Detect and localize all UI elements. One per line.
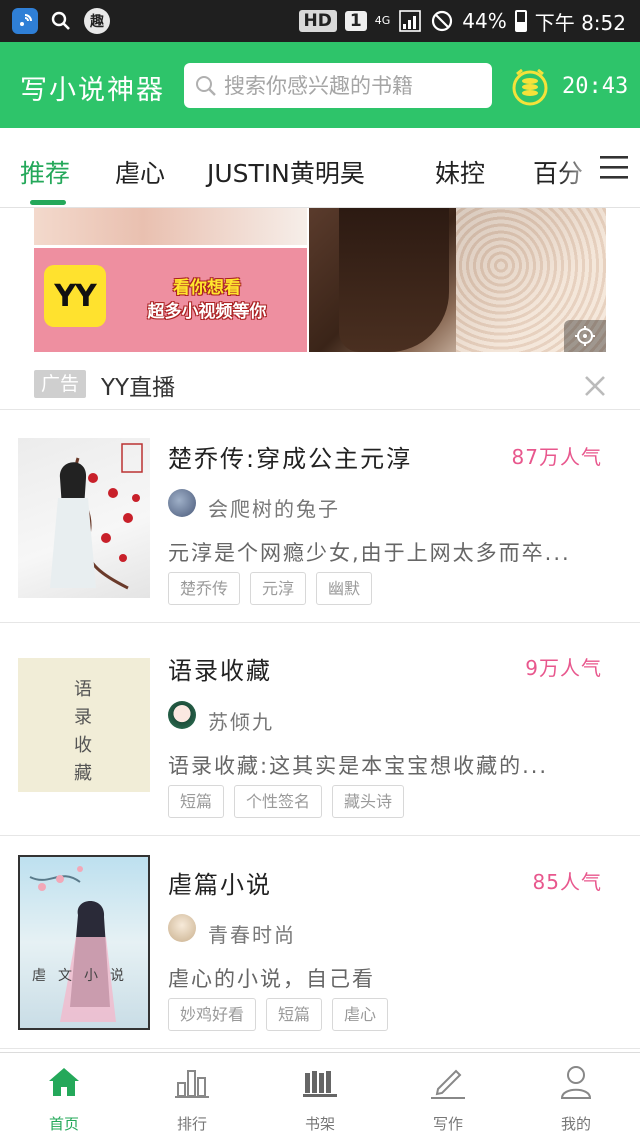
book-tag[interactable]: 短篇 [168,785,225,818]
do-not-disturb-icon [432,10,453,32]
book-popularity: 9万人气 [525,656,602,680]
book-description: 元淳是个网瘾少女,由于上网太多而卒... [168,541,571,565]
book-tag[interactable]: 楚乔传 [168,572,241,605]
cover-text: 虐文小说 [32,968,136,984]
coin-timer-icon[interactable] [508,64,552,108]
nav-ranking[interactable]: 排行 [128,1053,256,1138]
book-tag[interactable]: 妙鸡好看 [168,998,257,1031]
app-header: 写小说神器 20:43 [0,42,640,128]
bookshelf-icon [303,1071,337,1097]
nav-label: 写作 [432,1115,463,1133]
ad-label: 广告 [34,370,87,398]
battery-percent: 44% [462,9,507,33]
tab-heartbreak[interactable]: 虐心 [115,154,165,190]
category-tabs: 推荐 虐心 JUSTIN黄明昊 妹控 百分 [0,128,640,208]
book-tag[interactable]: 元淳 [250,572,307,605]
book-tags: 妙鸡好看 短篇 虐心 [168,998,389,1031]
user-icon [560,1066,592,1099]
bottom-nav: 首页 排行 书架 写作 我的 [0,1052,640,1138]
search-icon [196,75,216,96]
sim-indicator: 1 [344,11,367,31]
book-popularity: 87万人气 [511,445,602,469]
book-card[interactable]: 楚乔传:穿成公主元淳 87万人气 会爬树的兔子 元淳是个网瘾少女,由于上网太多而… [0,411,640,623]
book-tag[interactable]: 虐心 [332,998,389,1031]
search-box[interactable] [184,63,492,108]
ad-info-icon[interactable] [564,320,606,352]
book-tags: 楚乔传 元淳 幽默 [168,572,373,605]
home-icon [49,1068,79,1096]
nav-label: 我的 [560,1115,591,1133]
book-tag[interactable]: 短篇 [266,998,323,1031]
yy-logo: YY [44,265,106,327]
close-icon[interactable] [583,374,607,398]
author-name[interactable]: 青春时尚 [208,919,296,948]
ad-image-photo [309,208,606,352]
author-avatar [168,914,196,942]
search-input[interactable] [224,73,484,98]
nav-home[interactable]: 首页 [0,1053,128,1138]
reading-timer: 20:43 [562,74,629,99]
author-name[interactable]: 会爬树的兔子 [208,493,340,522]
tab-sister[interactable]: 妹控 [435,154,485,190]
tab-recommend[interactable]: 推荐 [20,154,70,190]
app-notification-icon [12,8,38,34]
book-title[interactable]: 虐篇小说 [168,865,272,900]
cover-text: 语录收藏 [74,679,92,784]
hd-indicator: HD [298,10,337,32]
tab-fade [560,128,600,207]
author-name[interactable]: 苏倾九 [208,706,274,735]
book-popularity: 85人气 [532,870,602,894]
book-description: 虐心的小说，自己看 [168,967,375,991]
nav-bookshelf[interactable]: 书架 [256,1053,384,1138]
signal-icon [399,10,422,32]
nav-label: 排行 [176,1115,207,1133]
status-bar: 趣 HD 1 4G 44% 下午 8:52 [0,0,640,42]
menu-icon[interactable] [598,152,630,182]
book-title[interactable]: 楚乔传:穿成公主元淳 [168,439,412,474]
book-tags: 短篇 个性签名 藏头诗 [168,785,405,818]
book-card[interactable]: 语录收藏 语录收藏 9万人气 苏倾九 语录收藏:这其实是本宝宝想收藏的... 短… [0,624,640,836]
nav-profile[interactable]: 我的 [512,1053,640,1138]
book-cover: 语录收藏 [18,658,150,792]
book-title[interactable]: 语录收藏 [168,651,272,686]
battery-icon [514,10,527,32]
author-avatar [168,701,196,729]
qu-app-icon: 趣 [84,8,110,34]
ad-image-yy: YY 看你想看 超多小视频等你 [34,248,307,352]
book-card[interactable]: 虐文小说 虐篇小说 85人气 青春时尚 虐心的小说，自己看 妙鸡好看 短篇 虐心 [0,837,640,1049]
ad-slogan: 看你想看 超多小视频等你 [147,278,267,322]
book-tag[interactable]: 藏头诗 [332,785,405,818]
search-notification-icon [48,8,74,34]
tab-justin[interactable]: JUSTIN黄明昊 [207,154,365,190]
ranking-icon [175,1070,209,1098]
nav-write[interactable]: 写作 [384,1053,512,1138]
network-type: 4G [374,14,391,27]
author-avatar [168,489,196,517]
clock: 下午 8:52 [534,10,626,35]
ad-banner[interactable]: YY 看你想看 超多小视频等你 广告 YY直播 [0,208,640,410]
book-cover: 虐文小说 [18,855,150,1030]
book-description: 语录收藏:这其实是本宝宝想收藏的... [168,754,549,778]
book-tag[interactable]: 幽默 [316,572,373,605]
nav-label: 首页 [48,1115,79,1133]
nav-label: 书架 [304,1115,335,1133]
app-title: 写小说神器 [20,75,165,106]
pencil-icon [431,1069,465,1099]
book-cover [18,438,150,598]
ad-name: YY直播 [101,375,176,401]
active-tab-indicator [30,200,66,205]
book-tag[interactable]: 个性签名 [234,785,323,818]
ad-image-top [34,208,307,245]
